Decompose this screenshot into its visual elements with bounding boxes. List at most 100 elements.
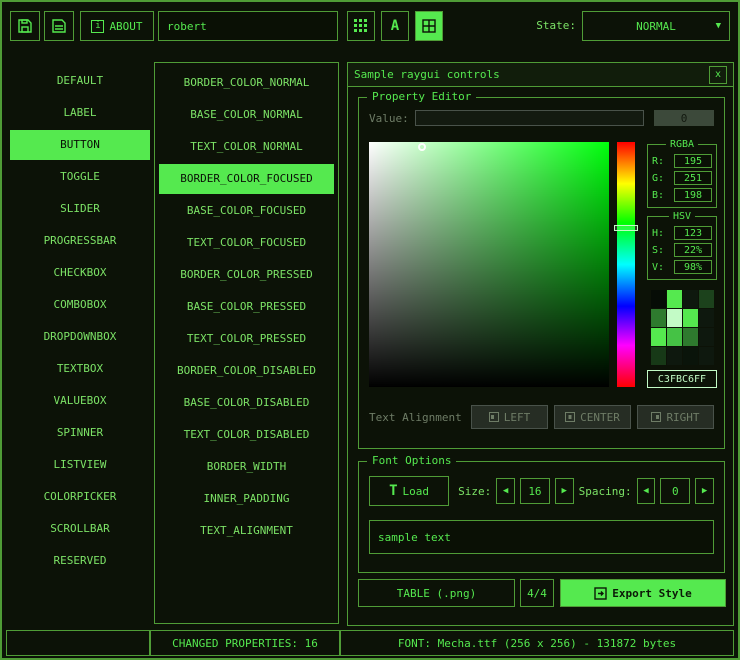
- style-name-input[interactable]: [158, 11, 338, 41]
- align-center-button[interactable]: CENTER: [554, 405, 631, 429]
- color-swatch[interactable]: [699, 328, 714, 346]
- color-swatch[interactable]: [651, 347, 666, 365]
- export-row: TABLE (.png) 4/4 Export Style: [358, 579, 725, 607]
- control-list-item[interactable]: COMBOBOX: [10, 290, 150, 320]
- color-swatch[interactable]: [667, 347, 682, 365]
- property-list-item[interactable]: BORDER_COLOR_PRESSED: [159, 260, 334, 290]
- control-list-item[interactable]: COLORPICKER: [10, 482, 150, 512]
- control-list-item[interactable]: LISTVIEW: [10, 450, 150, 480]
- state-dropdown[interactable]: NORMAL ▼: [582, 11, 730, 41]
- property-list-item[interactable]: BORDER_COLOR_DISABLED: [159, 356, 334, 386]
- hue-value-box[interactable]: 123: [674, 226, 712, 240]
- arrow-left-icon: ◀: [503, 486, 508, 496]
- control-list-item[interactable]: TEXTBOX: [10, 354, 150, 384]
- color-picker-panel[interactable]: [369, 142, 609, 387]
- font-spacing-increase-button[interactable]: ▶: [695, 478, 714, 504]
- property-list-item[interactable]: BORDER_COLOR_FOCUSED: [159, 164, 334, 194]
- chevron-down-icon: ▼: [716, 21, 721, 31]
- hue-row: H: 123: [652, 225, 712, 241]
- property-list-item[interactable]: BASE_COLOR_PRESSED: [159, 292, 334, 322]
- font-size-decrease-button[interactable]: ◀: [496, 478, 515, 504]
- color-swatch[interactable]: [667, 328, 682, 346]
- saturation-value-box[interactable]: 22%: [674, 243, 712, 257]
- color-swatch[interactable]: [651, 328, 666, 346]
- control-list-item[interactable]: BUTTON: [10, 130, 150, 160]
- font-size-increase-button[interactable]: ▶: [555, 478, 574, 504]
- hsv-group: HSV H: 123 S: 22% V: 98%: [647, 216, 717, 280]
- hue-slider-cursor[interactable]: [614, 225, 638, 231]
- property-list-item[interactable]: TEXT_COLOR_PRESSED: [159, 324, 334, 354]
- value-slider[interactable]: [415, 110, 644, 126]
- property-list-item[interactable]: TEXT_ALIGNMENT: [159, 516, 334, 546]
- align-right-icon: [651, 412, 661, 422]
- about-button[interactable]: i ABOUT: [80, 11, 154, 41]
- align-right-button[interactable]: RIGHT: [637, 405, 714, 429]
- status-changed-properties: CHANGED PROPERTIES: 16: [150, 630, 340, 656]
- red-value-box[interactable]: 195: [674, 154, 712, 168]
- control-list-item[interactable]: CHECKBOX: [10, 258, 150, 288]
- font-spacing-decrease-button[interactable]: ◀: [637, 478, 656, 504]
- save-as-button[interactable]: [44, 11, 74, 41]
- font-view-button[interactable]: A: [381, 11, 409, 41]
- color-swatch[interactable]: [667, 290, 682, 308]
- property-list-item[interactable]: BASE_COLOR_FOCUSED: [159, 196, 334, 226]
- pages-value-box[interactable]: 4/4: [520, 579, 554, 607]
- grid-icon: [354, 19, 368, 33]
- align-left-button[interactable]: LEFT: [471, 405, 548, 429]
- state-dropdown-value: NORMAL: [636, 20, 676, 33]
- export-format-label: TABLE (.png): [397, 587, 476, 600]
- control-list-item[interactable]: RESERVED: [10, 546, 150, 576]
- align-left-icon: [489, 412, 499, 422]
- color-swatch[interactable]: [683, 328, 698, 346]
- hue-slider[interactable]: [617, 142, 635, 387]
- property-list-item[interactable]: BASE_COLOR_NORMAL: [159, 100, 334, 130]
- font-size-value-box[interactable]: 16: [520, 478, 550, 504]
- control-list-item[interactable]: VALUEBOX: [10, 386, 150, 416]
- export-style-button[interactable]: Export Style: [560, 579, 726, 607]
- sample-window-titlebar: Sample raygui controls x: [348, 63, 733, 87]
- green-row: G: 251: [652, 170, 712, 186]
- font-sample-text-input[interactable]: [369, 520, 714, 554]
- value-box[interactable]: 0: [654, 110, 714, 126]
- font-load-button[interactable]: T Load: [369, 476, 449, 506]
- property-list-item[interactable]: BORDER_WIDTH: [159, 452, 334, 482]
- property-list-item[interactable]: BASE_COLOR_DISABLED: [159, 388, 334, 418]
- rgba-title: RGBA: [666, 138, 698, 151]
- color-swatch[interactable]: [699, 290, 714, 308]
- color-swatch[interactable]: [651, 309, 666, 327]
- control-list-item[interactable]: TOGGLE: [10, 162, 150, 192]
- save-style-button[interactable]: [10, 11, 40, 41]
- color-swatch[interactable]: [699, 347, 714, 365]
- color-swatch[interactable]: [683, 347, 698, 365]
- about-button-label: ABOUT: [109, 20, 142, 33]
- export-format-dropdown[interactable]: TABLE (.png): [358, 579, 515, 607]
- control-list-item[interactable]: DEFAULT: [10, 66, 150, 96]
- color-swatch[interactable]: [683, 290, 698, 308]
- text-alignment-row: Text Alignment LEFT CENTER RIGHT: [369, 404, 714, 430]
- color-swatch[interactable]: [651, 290, 666, 308]
- control-list-item[interactable]: SLIDER: [10, 194, 150, 224]
- property-list-item[interactable]: INNER_PADDING: [159, 484, 334, 514]
- close-icon[interactable]: x: [709, 66, 727, 84]
- value-hsv-value-box[interactable]: 98%: [674, 260, 712, 274]
- color-picker-cursor[interactable]: [418, 143, 426, 151]
- color-swatch[interactable]: [667, 309, 682, 327]
- color-swatch[interactable]: [699, 309, 714, 327]
- blue-value-box[interactable]: 198: [674, 188, 712, 202]
- control-list-item[interactable]: SCROLLBAR: [10, 514, 150, 544]
- property-list-item[interactable]: TEXT_COLOR_FOCUSED: [159, 228, 334, 258]
- control-list-item[interactable]: SPINNER: [10, 418, 150, 448]
- property-list-item[interactable]: TEXT_COLOR_NORMAL: [159, 132, 334, 162]
- color-swatch[interactable]: [683, 309, 698, 327]
- control-list-item[interactable]: LABEL: [10, 98, 150, 128]
- style-table-view-button[interactable]: [415, 11, 443, 41]
- grid-view-button[interactable]: [347, 11, 375, 41]
- control-list-item[interactable]: PROGRESSBAR: [10, 226, 150, 256]
- control-list-item[interactable]: DROPDOWNBOX: [10, 322, 150, 352]
- property-list-item[interactable]: BORDER_COLOR_NORMAL: [159, 68, 334, 98]
- green-value-box[interactable]: 251: [674, 171, 712, 185]
- hex-color-box[interactable]: C3FBC6FF: [647, 370, 717, 388]
- font-size-label: Size:: [458, 485, 491, 498]
- font-spacing-value-box[interactable]: 0: [660, 478, 690, 504]
- property-list-item[interactable]: TEXT_COLOR_DISABLED: [159, 420, 334, 450]
